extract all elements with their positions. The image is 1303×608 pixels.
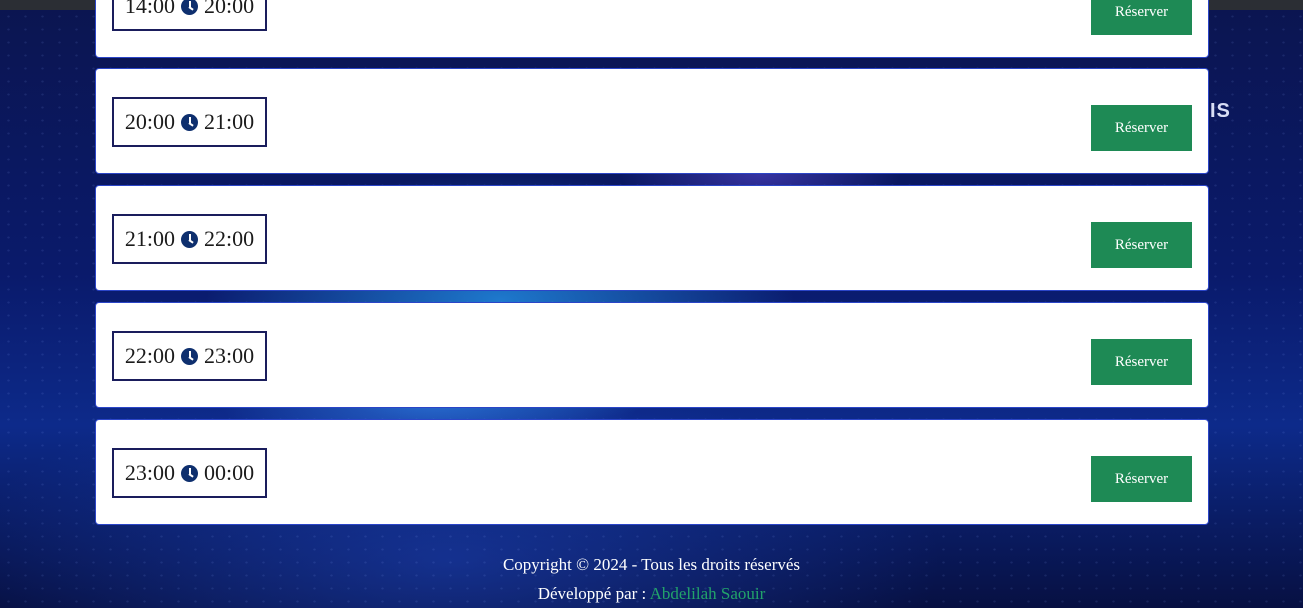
time-range: 22:00 23:00 <box>112 331 267 381</box>
end-time: 20:00 <box>204 0 255 18</box>
start-time: 20:00 <box>124 109 175 134</box>
background-logo-text: IS <box>1210 100 1231 122</box>
clock-icon <box>181 113 198 131</box>
end-time: 22:00 <box>204 226 255 251</box>
developed-by-label: Développé par : <box>537 584 647 603</box>
start-time: 22:00 <box>124 343 175 368</box>
time-slot-card: 22:00 23:00 Réserver <box>95 302 1209 408</box>
developer-name-link[interactable]: Abdelilah Saouir <box>650 584 766 603</box>
clock-icon <box>181 347 198 365</box>
time-slot-card: 23:00 00:00 Réserver <box>95 419 1209 525</box>
footer-copyright: Copyright © 2024 - Tous les droits réser… <box>0 555 1303 575</box>
reserve-button[interactable]: Réserver <box>1091 105 1192 151</box>
time-range: 21:00 22:00 <box>112 214 267 264</box>
time-slot-card: 14:00 20:00 Réserver <box>95 0 1209 58</box>
clock-icon <box>181 230 198 248</box>
copyright-text: Copyright © 2024 - Tous les droits réser… <box>502 555 801 574</box>
reserve-button[interactable]: Réserver <box>1091 0 1192 35</box>
reserve-button[interactable]: Réserver <box>1091 222 1192 268</box>
start-time: 23:00 <box>124 460 175 485</box>
reserve-button[interactable]: Réserver <box>1091 456 1192 502</box>
time-range: 20:00 21:00 <box>112 97 267 147</box>
footer-developer: Développé par : Abdelilah Saouir <box>0 584 1303 604</box>
time-slot-card: 20:00 21:00 Réserver <box>95 68 1209 174</box>
end-time: 23:00 <box>204 343 255 368</box>
clock-icon <box>181 0 198 15</box>
time-range: 14:00 20:00 <box>112 0 267 31</box>
reserve-button[interactable]: Réserver <box>1091 339 1192 385</box>
time-slot-card: 21:00 22:00 Réserver <box>95 185 1209 291</box>
start-time: 14:00 <box>124 0 175 18</box>
end-time: 00:00 <box>204 460 255 485</box>
clock-icon <box>181 464 198 482</box>
start-time: 21:00 <box>124 226 175 251</box>
time-range: 23:00 00:00 <box>112 448 267 498</box>
end-time: 21:00 <box>204 109 255 134</box>
